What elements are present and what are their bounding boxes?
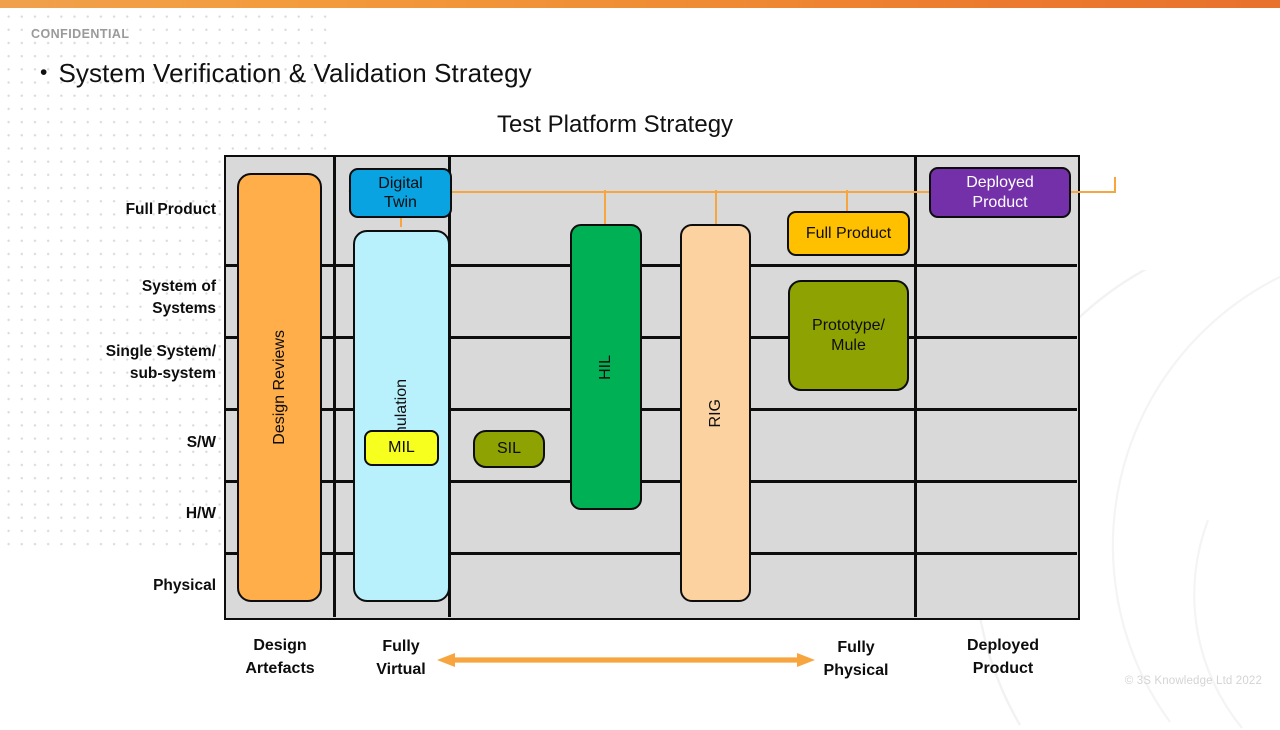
row-label-line-1: System of: [141, 278, 216, 295]
node-design-reviews[interactable]: Design Reviews: [237, 173, 322, 602]
test-platform-matrix: Design Reviews Simulation Digital Twin M…: [224, 155, 1117, 620]
node-full-product[interactable]: Full Product: [787, 211, 910, 256]
node-deployed-product-label-line-1: Deployed: [966, 174, 1034, 192]
node-deployed-product-label-line-2: Product: [972, 193, 1028, 211]
column-label-line-2: Product: [972, 660, 1034, 678]
virtual-physical-spectrum-arrow: [437, 653, 815, 667]
node-mil[interactable]: MIL: [364, 430, 439, 466]
node-design-reviews-label: Design Reviews: [270, 330, 288, 445]
node-simulation[interactable]: Simulation: [353, 230, 450, 602]
column-divider-design: [333, 157, 336, 617]
row-label-line-1: Single System/: [105, 343, 216, 360]
copyright-notice: © 3S Knowledge Ltd 2022: [1124, 675, 1262, 687]
page-title-text: System Verification & Validation Strateg…: [58, 58, 532, 88]
row-label-line-2: Systems: [152, 300, 216, 317]
node-prototype-mule-label-line-1: Prototype/: [812, 317, 885, 335]
column-divider-physical: [914, 157, 917, 617]
chart-title: Test Platform Strategy: [496, 111, 734, 138]
node-deployed-product[interactable]: Deployed Product: [929, 167, 1071, 218]
confidential-marking: CONFIDENTIAL: [31, 27, 130, 41]
row-label-physical: Physical: [153, 577, 216, 594]
node-digital-twin[interactable]: Digital Twin: [349, 168, 452, 218]
top-accent-bar: [0, 0, 1280, 8]
connector-drop-hil: [604, 190, 607, 226]
node-prototype-mule[interactable]: Prototype/ Mule: [788, 280, 909, 391]
node-digital-twin-label-line-1: Digital: [378, 174, 423, 192]
column-label-line-1: Deployed: [966, 637, 1039, 654]
node-prototype-mule-label-line-2: Mule: [831, 336, 866, 354]
node-sil[interactable]: SIL: [473, 430, 545, 468]
node-full-product-label: Full Product: [805, 224, 892, 242]
node-hil[interactable]: HIL: [570, 224, 642, 510]
column-label-deployed-product: Deployed Product: [928, 634, 1078, 680]
node-digital-twin-label-line-2: Twin: [384, 194, 417, 211]
row-label-single-system: Single System/ sub-system: [16, 341, 216, 385]
connector-drop-deployed: [1114, 177, 1117, 192]
row-label-line-2: sub-system: [129, 365, 216, 382]
node-rig-label: RIG: [706, 398, 724, 428]
row-label-full-product: Full Product: [125, 201, 216, 218]
connector-drop-rig: [715, 190, 718, 226]
page-title: • System Verification & Validation Strat…: [40, 58, 532, 89]
row-label-sw: S/W: [186, 434, 216, 451]
node-mil-label: MIL: [388, 439, 415, 457]
node-rig[interactable]: RIG: [680, 224, 751, 602]
bullet-icon: •: [40, 61, 48, 84]
node-hil-label: HIL: [597, 354, 615, 380]
row-label-axis: Full Product System of Systems Single Sy…: [8, 155, 216, 620]
row-label-system-of-systems: System of Systems: [16, 276, 216, 320]
connector-drop-full-product: [846, 190, 849, 213]
node-sil-label: SIL: [496, 440, 521, 458]
row-label-hw: H/W: [185, 505, 216, 522]
